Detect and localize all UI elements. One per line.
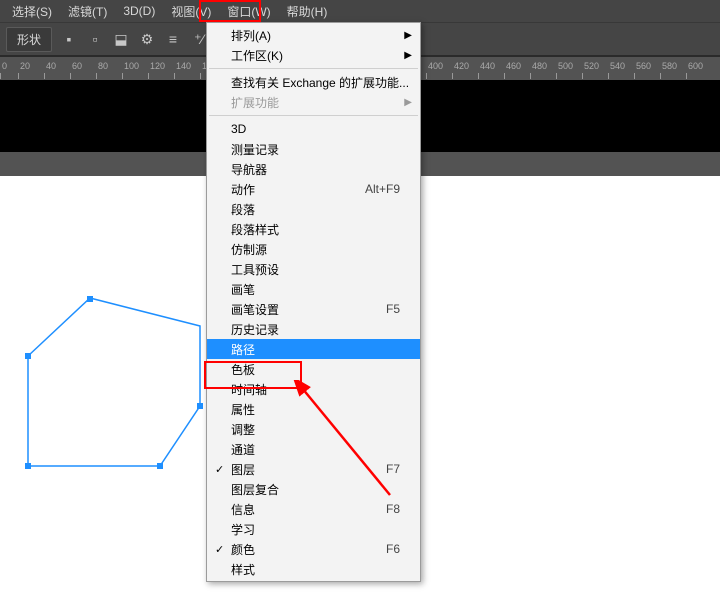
menu-item-7[interactable]: 测量记录: [207, 139, 420, 159]
menu-item-10[interactable]: 段落: [207, 199, 420, 219]
menu-item-23[interactable]: ✓ 图层F7: [207, 459, 420, 479]
stroke-icon[interactable]: ▫: [86, 30, 104, 48]
menu-item-shortcut: Alt+F9: [365, 182, 400, 196]
menu-item-12[interactable]: 仿制源: [207, 239, 420, 259]
chevron-right-icon: ▶: [404, 50, 412, 61]
menu-item-label: 画笔: [231, 281, 400, 298]
path-shape: [20, 296, 220, 496]
menu-item-label: 导航器: [231, 161, 400, 178]
menu-item-label: 排列(A): [231, 27, 400, 44]
menu-item-0[interactable]: 排列(A) ▶: [207, 25, 420, 45]
menu-item-label: 路径: [231, 341, 400, 358]
menu-item-label: 调整: [231, 421, 400, 438]
menu-item-3[interactable]: 查找有关 Exchange 的扩展功能...: [207, 72, 420, 92]
menu-item-label: 属性: [231, 401, 400, 418]
menu-item-label: 样式: [231, 561, 400, 578]
path-combine-icon[interactable]: ⬓: [112, 30, 130, 48]
menu-item-label: 查找有关 Exchange 的扩展功能...: [231, 74, 409, 91]
menu-item-18[interactable]: 色板: [207, 359, 420, 379]
menu-item-17[interactable]: 路径: [207, 339, 420, 359]
menu-item-shortcut: F6: [386, 542, 400, 556]
menu-item-11[interactable]: 段落样式: [207, 219, 420, 239]
align-icon[interactable]: ≡: [164, 30, 182, 48]
menu-item-26[interactable]: 学习: [207, 519, 420, 539]
fill-icon[interactable]: ▪: [60, 30, 78, 48]
chevron-right-icon: ▶: [404, 97, 412, 108]
menu-item-15[interactable]: 画笔设置F5: [207, 299, 420, 319]
check-icon: ✓: [215, 463, 224, 476]
menu-item-27[interactable]: ✓ 颜色F6: [207, 539, 420, 559]
menu-item-6[interactable]: 3D: [207, 119, 420, 139]
menu-3d[interactable]: 3D(D): [115, 2, 163, 20]
menu-item-label: 工具预设: [231, 261, 400, 278]
menu-filter[interactable]: 滤镜(T): [60, 1, 115, 22]
menu-item-21[interactable]: 调整: [207, 419, 420, 439]
window-menu-dropdown: 排列(A) ▶ 工作区(K) ▶ 查找有关 Exchange 的扩展功能... 扩展功能 ▶…: [206, 22, 421, 582]
menu-item-label: 仿制源: [231, 241, 400, 258]
menu-item-shortcut: F5: [386, 302, 400, 316]
menu-item-label: 画笔设置: [231, 301, 386, 318]
menu-view[interactable]: 视图(V): [163, 1, 219, 22]
menu-item-20[interactable]: 属性: [207, 399, 420, 419]
menu-item-13[interactable]: 工具预设: [207, 259, 420, 279]
menu-item-28[interactable]: 样式: [207, 559, 420, 579]
menu-item-label: 图层: [231, 461, 386, 478]
menu-item-shortcut: F8: [386, 502, 400, 516]
menu-item-label: 历史记录: [231, 321, 400, 338]
menu-item-14[interactable]: 画笔: [207, 279, 420, 299]
menu-item-19[interactable]: 时间轴: [207, 379, 420, 399]
menu-item-label: 学习: [231, 521, 400, 538]
menu-separator: [209, 68, 418, 69]
menu-item-label: 颜色: [231, 541, 386, 558]
menu-item-label: 信息: [231, 501, 386, 518]
menu-item-label: 时间轴: [231, 381, 400, 398]
menu-item-22[interactable]: 通道: [207, 439, 420, 459]
menu-item-1[interactable]: 工作区(K) ▶: [207, 45, 420, 65]
menu-item-16[interactable]: 历史记录: [207, 319, 420, 339]
menu-item-label: 通道: [231, 441, 400, 458]
menu-item-label: 色板: [231, 361, 400, 378]
menu-item-8[interactable]: 导航器: [207, 159, 420, 179]
menu-window[interactable]: 窗口(W): [219, 1, 278, 22]
menu-item-label: 3D: [231, 122, 400, 136]
menu-item-label: 工作区(K): [231, 47, 400, 64]
check-icon: ✓: [215, 543, 224, 556]
menu-help[interactable]: 帮助(H): [279, 1, 336, 22]
menu-item-25[interactable]: 信息F8: [207, 499, 420, 519]
menu-item-label: 动作: [231, 181, 365, 198]
gear-icon[interactable]: ⚙: [138, 30, 156, 48]
menu-item-label: 测量记录: [231, 141, 400, 158]
menu-item-4: 扩展功能 ▶: [207, 92, 420, 112]
menu-item-24[interactable]: 图层复合: [207, 479, 420, 499]
menu-item-label: 段落样式: [231, 221, 400, 238]
menu-select[interactable]: 选择(S): [4, 1, 60, 22]
chevron-right-icon: ▶: [404, 30, 412, 41]
menu-item-shortcut: F7: [386, 462, 400, 476]
menu-item-9[interactable]: 动作Alt+F9: [207, 179, 420, 199]
menu-separator: [209, 115, 418, 116]
menu-item-label: 段落: [231, 201, 400, 218]
menu-item-label: 图层复合: [231, 481, 400, 498]
shape-mode-button[interactable]: 形状: [6, 27, 52, 52]
menubar: 选择(S) 滤镜(T) 3D(D) 视图(V) 窗口(W) 帮助(H): [0, 0, 720, 22]
menu-item-label: 扩展功能: [231, 94, 400, 111]
